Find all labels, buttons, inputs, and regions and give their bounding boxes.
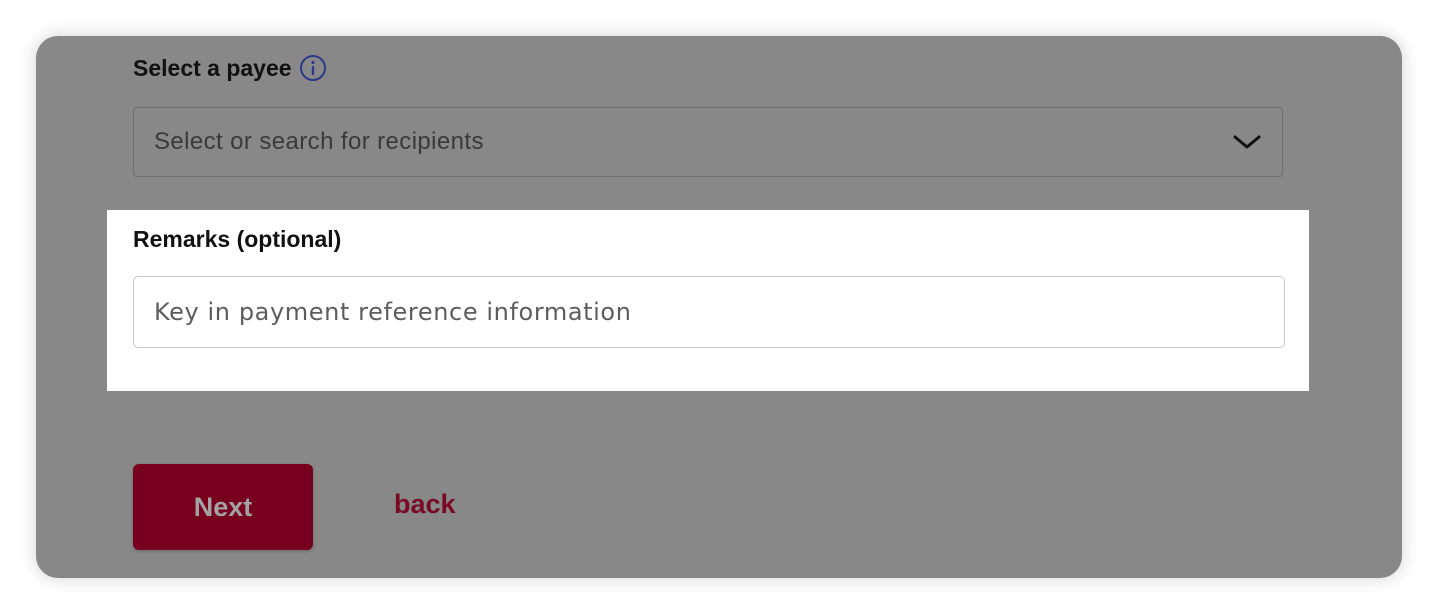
remarks-label: Remarks (optional) (133, 226, 342, 252)
payee-label-row: Select a payee (133, 52, 327, 84)
remarks-input[interactable] (133, 276, 1285, 348)
payment-form-window: Select a payee Select or search for reci… (36, 36, 1402, 578)
payee-select[interactable]: Select or search for recipients (133, 107, 1283, 177)
next-button[interactable]: Next (133, 464, 313, 550)
chevron-down-icon[interactable] (1232, 132, 1262, 152)
info-icon[interactable] (299, 54, 327, 82)
payee-select-placeholder: Select or search for recipients (154, 128, 484, 155)
back-link[interactable]: back (394, 489, 456, 520)
payee-label: Select a payee (133, 54, 292, 81)
remarks-section: Remarks (optional) (107, 210, 1309, 391)
